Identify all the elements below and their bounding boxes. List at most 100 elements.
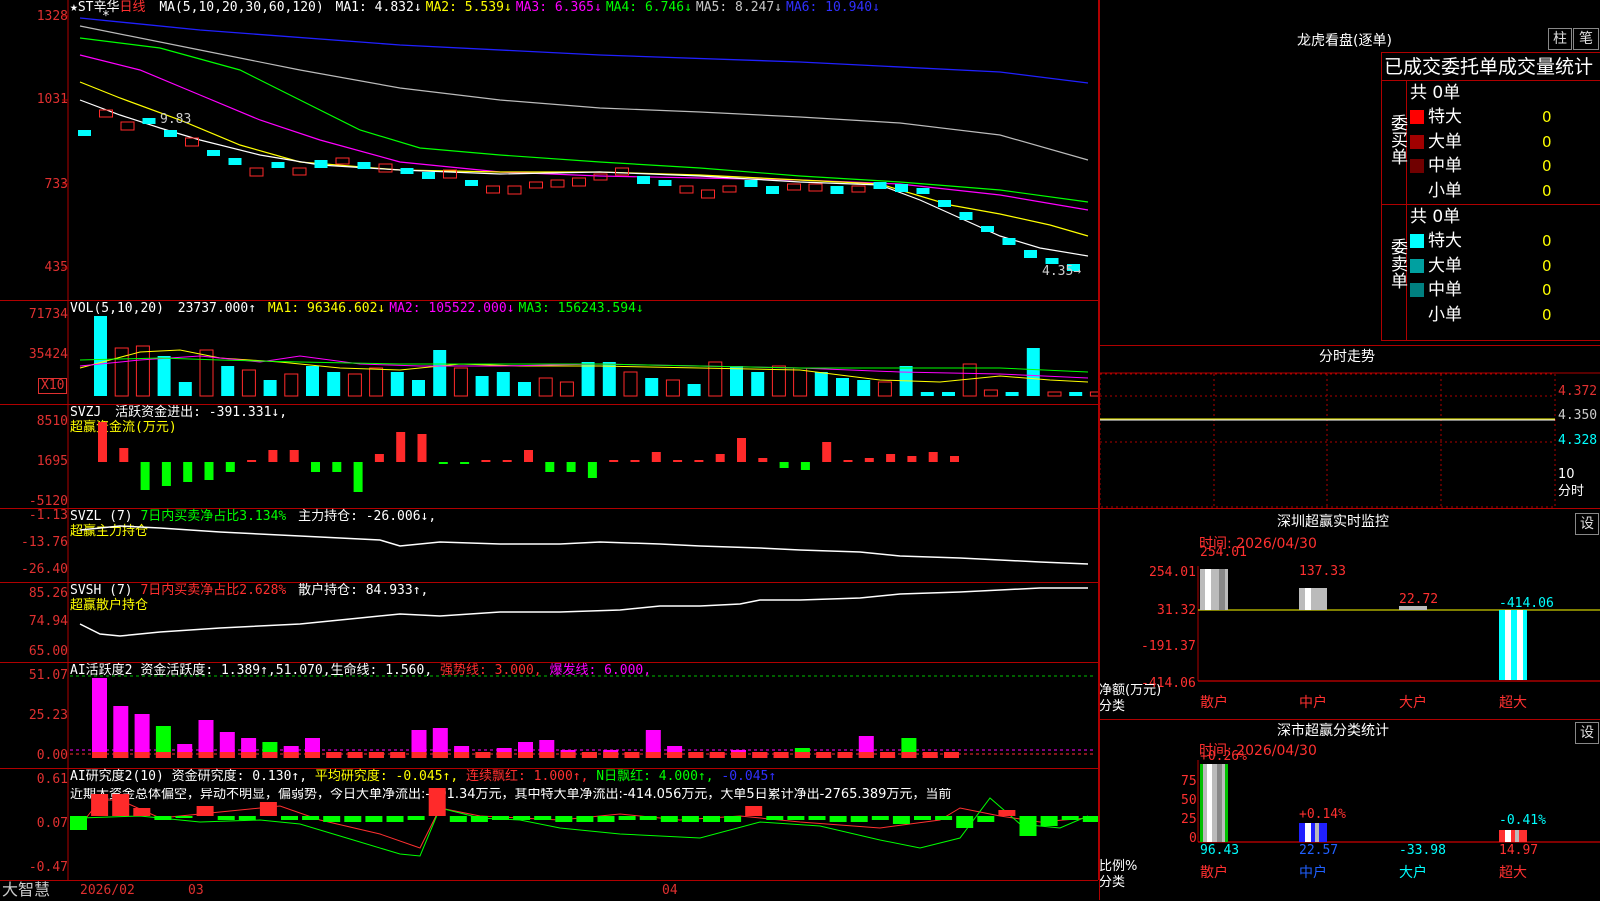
bar [412, 380, 425, 396]
monitor-value: 137.33 [1299, 564, 1346, 579]
max-price-label: 9.83 [160, 112, 192, 127]
bar [281, 816, 298, 820]
bar [950, 456, 959, 462]
bar [284, 373, 299, 397]
bar [877, 381, 892, 397]
ai-activity-chart[interactable] [0, 662, 1098, 768]
bar [347, 752, 363, 758]
bar [959, 212, 973, 220]
bar [793, 367, 808, 397]
bar [386, 816, 404, 822]
bar [120, 121, 135, 131]
bar [615, 167, 629, 176]
candlestick-chart[interactable]: * [0, 0, 1098, 300]
bar [92, 678, 107, 758]
ai-research-pane[interactable]: AI研究度2(10) 资金研究度: 0.130↑, 平均研究度: -0.045↑… [0, 768, 1099, 880]
panel-title: 龙虎看盘(逐单) [1297, 33, 1392, 49]
bar [758, 458, 768, 462]
bar [475, 752, 491, 758]
bar [262, 752, 278, 758]
monitor-panel[interactable]: 深圳超赢实时监控 设 时间: 2026/04/30 254.01 31.32 -… [1099, 509, 1600, 720]
order-row: 大单 0 [1410, 256, 1552, 276]
brand-label: 大智慧 [2, 880, 51, 899]
bar [326, 752, 342, 758]
bar [475, 376, 489, 396]
bar [800, 462, 810, 470]
class-panel[interactable]: 深市超赢分类统计 设 时间: 2026/04/30 75 50 25 0 比例%… [1099, 720, 1600, 900]
bar [311, 462, 320, 472]
bar [901, 752, 917, 758]
bar [673, 460, 683, 462]
bar [390, 752, 406, 758]
intraday-panel[interactable]: 分时走势 4.372 4.350 4.328 10 分时 [1099, 346, 1600, 509]
bar [942, 392, 955, 396]
svsh-chart[interactable] [0, 582, 1098, 662]
bar [1002, 238, 1016, 245]
bar [196, 806, 214, 816]
bar [981, 226, 994, 232]
bar [113, 706, 129, 758]
bar [157, 356, 171, 396]
bar [470, 816, 488, 822]
bar [460, 462, 470, 464]
order-row: 中单 0 [1410, 280, 1552, 300]
bar [98, 422, 107, 462]
chart-area[interactable]: ★ST辛华日线 MA(5,10,20,30,60,120) MA1: 4.832… [0, 0, 1099, 900]
svsh-pane[interactable]: SVSH (7) 7日内买卖净占比2.628% 散户持仓: 84.933↑, 超… [0, 582, 1099, 663]
bar-mode-button[interactable]: 柱 [1548, 28, 1572, 50]
bar [305, 752, 320, 758]
tick-mode-button[interactable]: 笔 [1573, 28, 1599, 50]
bar [667, 752, 683, 758]
svzl-chart[interactable] [0, 508, 1098, 582]
bar [353, 462, 363, 492]
svzj-chart[interactable] [0, 404, 1098, 508]
svzl-pane[interactable]: SVZL (7) 7日内买卖净占比3.134% 主力持仓: -26.006↓, … [0, 508, 1099, 583]
bar [135, 345, 150, 397]
bar [518, 752, 533, 758]
bar [1026, 348, 1040, 396]
bar [545, 462, 555, 472]
bar [140, 462, 150, 490]
bar [715, 454, 725, 462]
bar [78, 130, 91, 136]
bar [658, 180, 672, 186]
bar [306, 366, 319, 396]
bar [344, 816, 362, 822]
bar [602, 362, 616, 396]
bar [880, 752, 896, 758]
bar [576, 816, 594, 822]
bar [907, 456, 917, 462]
bar [247, 460, 257, 462]
bar [660, 816, 678, 822]
bar [219, 752, 235, 758]
bar [492, 816, 509, 820]
ai-research-chart[interactable] [0, 768, 1098, 880]
buy-label: 委买单 [1382, 80, 1407, 204]
ai-activity-pane[interactable]: AI活跃度2 资金活跃度: 1.389↑,51.070,生命线: 1.560, … [0, 662, 1099, 769]
bar [871, 816, 889, 820]
class-value: 14.97 [1499, 843, 1539, 858]
bar [928, 452, 938, 462]
volume-chart[interactable] [0, 300, 1098, 404]
order-row: 特大 0 [1410, 107, 1552, 127]
bar [836, 378, 849, 396]
bar [289, 450, 299, 462]
candlestick-pane[interactable]: ★ST辛华日线 MA(5,10,20,30,60,120) MA1: 4.832… [0, 0, 1099, 301]
bar [587, 462, 597, 478]
bar [539, 752, 555, 758]
volume-pane[interactable]: VOL(5,10,20) 23737.000↑ MA1: 96346.602↓ M… [0, 300, 1099, 405]
bar [892, 816, 910, 824]
bar [1089, 391, 1098, 397]
bar [1069, 392, 1083, 396]
bar [411, 752, 427, 758]
bar [816, 752, 832, 758]
bar [221, 366, 235, 396]
legend-swatch [1410, 134, 1424, 149]
bar [486, 185, 500, 194]
bar [134, 714, 150, 758]
bar [453, 367, 468, 397]
svzj-pane[interactable]: SVZJ 活跃资金进出: -391.331↓, 超赢资金流(万元) 8510 1… [0, 404, 1099, 509]
bar [91, 794, 109, 816]
monitor-value: -414.06 [1499, 596, 1554, 611]
bar [814, 372, 828, 396]
